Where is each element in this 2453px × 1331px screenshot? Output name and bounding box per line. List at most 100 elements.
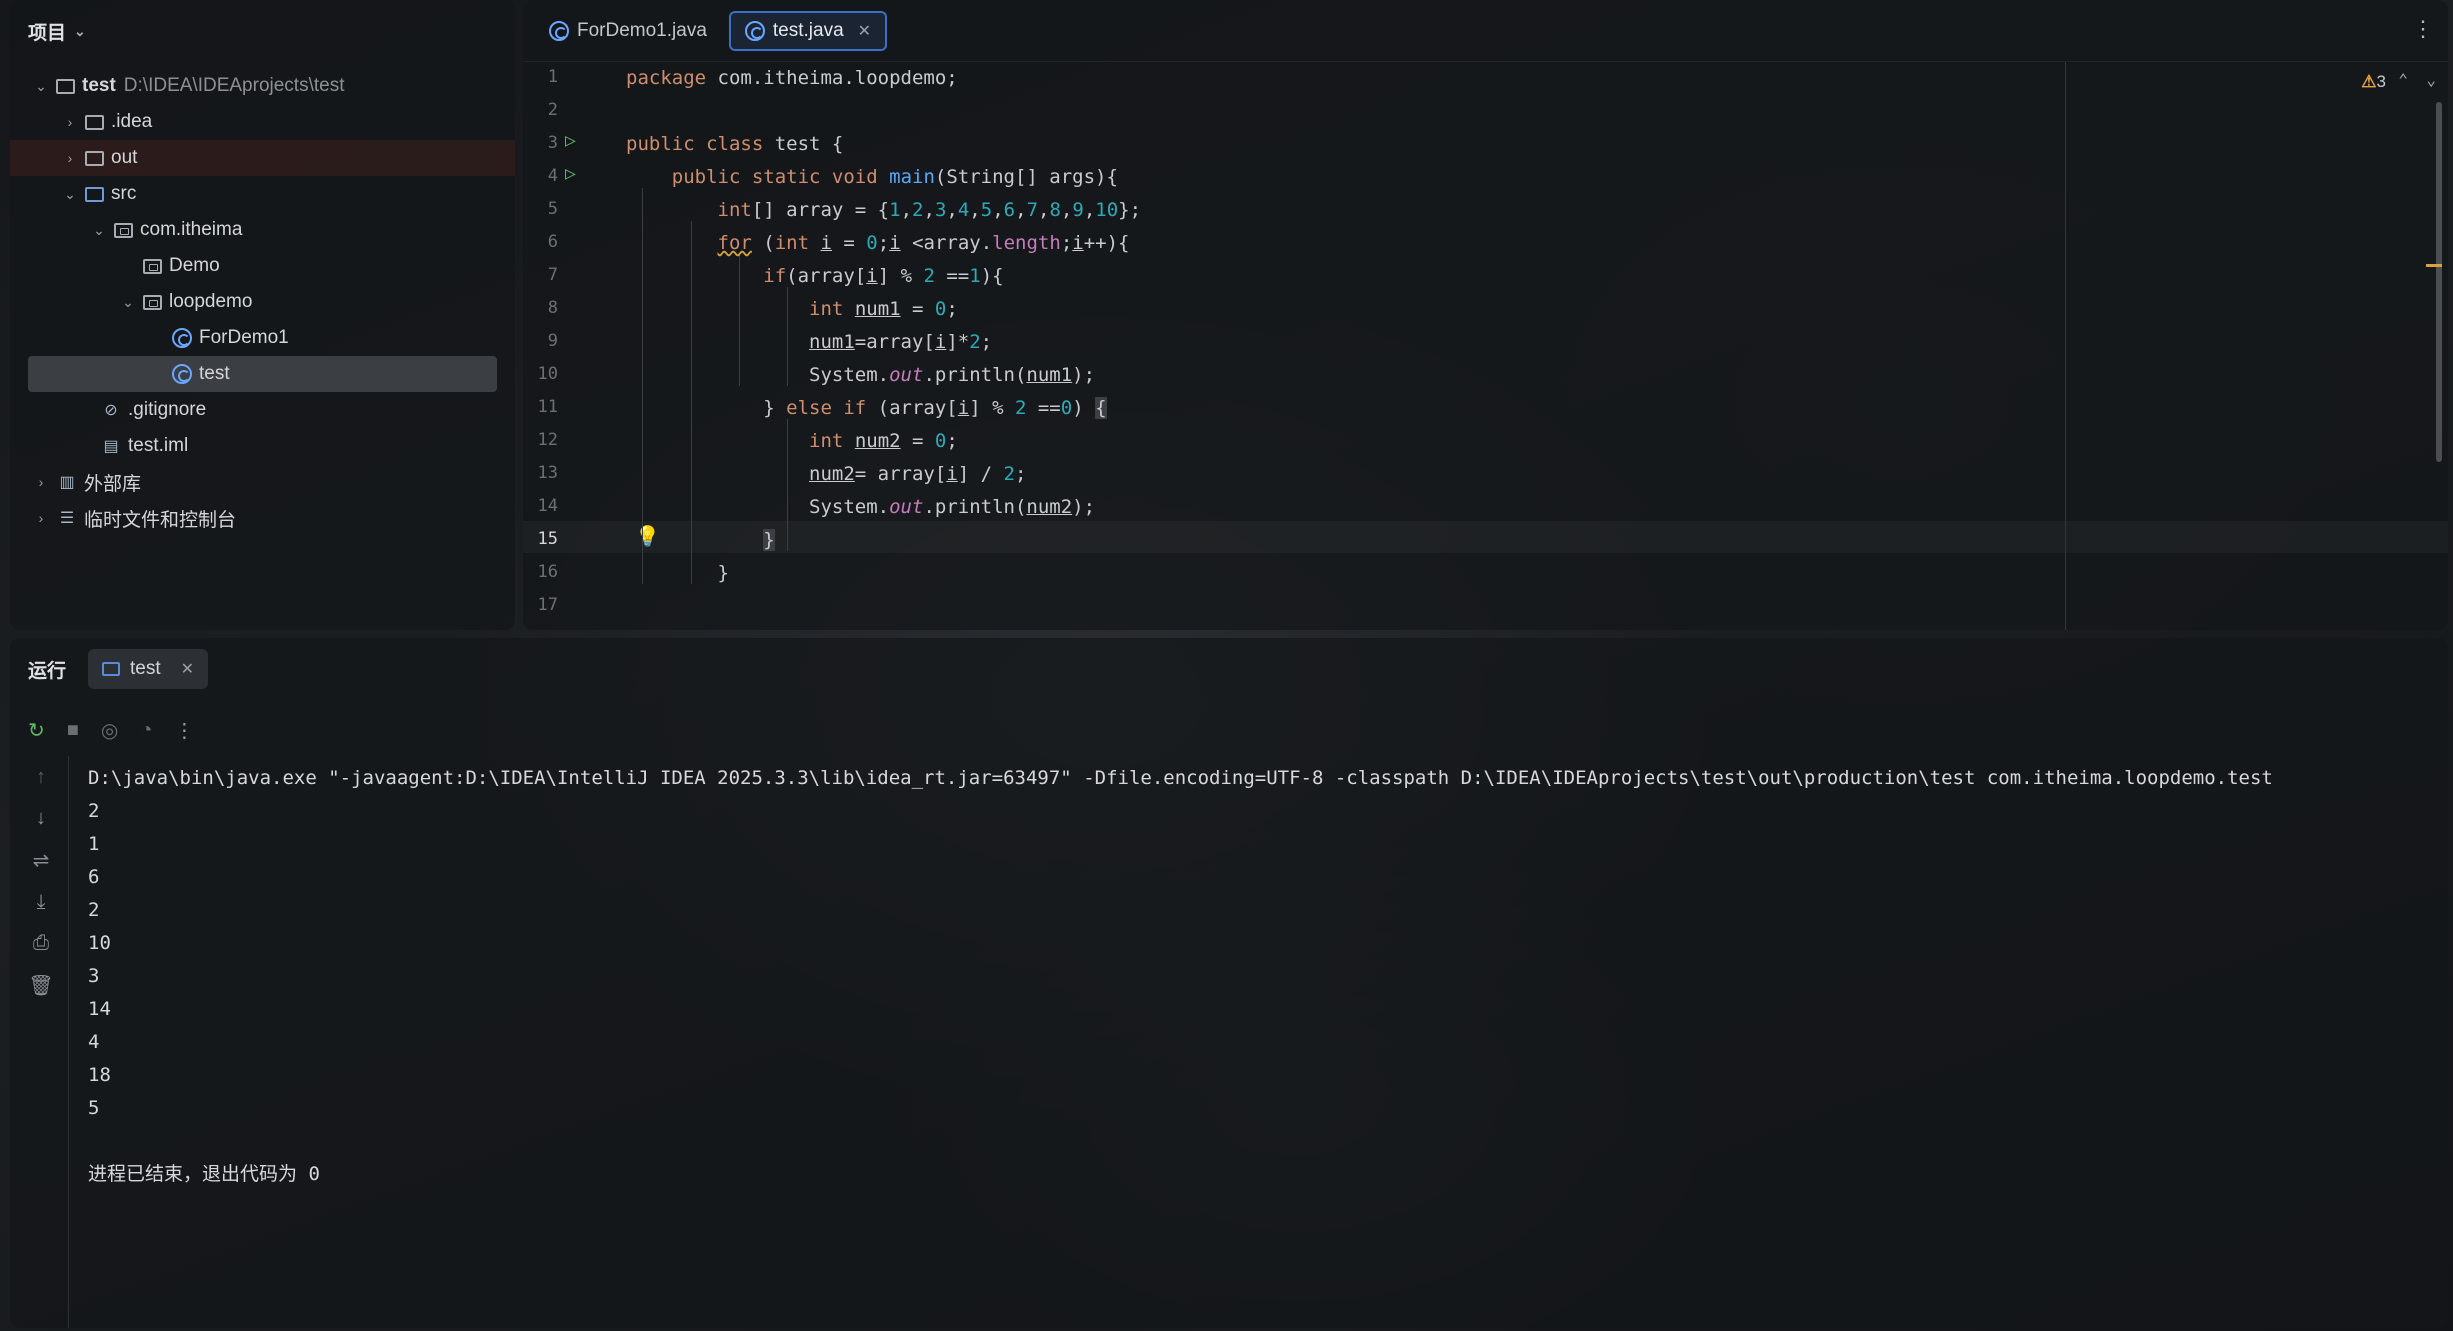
tree-item-src[interactable]: ⌄ src [10, 176, 515, 212]
arrow-down-icon[interactable]: ↓ [36, 807, 46, 830]
run-class-icon[interactable]: ▷ [565, 130, 576, 151]
java-class-icon [549, 20, 569, 41]
console-line: 2 [88, 800, 100, 822]
java-class-icon [172, 364, 192, 384]
code-line-10: System.out.println(num1); [626, 364, 1096, 386]
tree-item-idea[interactable]: › .idea [10, 104, 515, 140]
tree-item-out[interactable]: › out [10, 140, 515, 176]
close-icon[interactable]: ✕ [858, 21, 871, 41]
trash-icon[interactable]: 🗑 [28, 973, 53, 998]
console-line: 3 [88, 965, 100, 987]
chevron-down-icon[interactable]: ⌄ [63, 186, 77, 203]
folder-icon [85, 150, 104, 166]
code-line-1: package com.itheima.loopdemo; [626, 67, 958, 89]
more-options-icon[interactable]: ⋮ [174, 718, 194, 743]
tree-item-external-libs[interactable]: › ▥ 外部库 [10, 464, 515, 500]
tree-item-label: ForDemo1 [199, 327, 289, 348]
run-main-icon[interactable]: ▷ [565, 163, 576, 184]
scroll-to-end-icon[interactable]: ⤓ [37, 891, 46, 914]
code-line-9: num1=array[i]*2; [809, 331, 993, 353]
project-header-label: 项目 [28, 22, 67, 44]
tree-item-fordemo1[interactable]: ForDemo1 [10, 320, 515, 356]
arrow-up-icon[interactable]: ↑ [36, 766, 46, 789]
line-number: 12 [537, 430, 558, 450]
line-number: 5 [547, 199, 558, 219]
tree-item-loopdemo[interactable]: ⌄ loopdemo [10, 284, 515, 320]
tab-label: test.java [772, 19, 844, 41]
divider [68, 756, 69, 1328]
print-icon[interactable]: ⎙ [33, 932, 49, 955]
tree-item-label: test [82, 75, 116, 96]
scratches-icon: ☰ [59, 510, 75, 527]
tree-item-com-itheima[interactable]: ⌄ com.itheima [10, 212, 515, 248]
line-number: 8 [547, 298, 558, 318]
chevron-down-icon[interactable]: ⌄ [2426, 70, 2436, 89]
line-number: 11 [537, 397, 558, 417]
more-options-icon[interactable]: ⋮ [2412, 16, 2434, 42]
code-line-6: for (int i = 0;i <array.length;i++){ [717, 232, 1130, 254]
rerun-icon[interactable]: ↻ [28, 718, 45, 743]
chevron-down-icon[interactable]: ⌄ [121, 294, 135, 311]
warning-stripe[interactable] [2426, 264, 2442, 267]
tab-fordemo1[interactable]: ForDemo1.java [535, 11, 721, 51]
tree-item-test-root[interactable]: ⌄ test D:\IDEA\IDEAprojects\test [10, 68, 515, 104]
library-icon: ▥ [59, 474, 75, 491]
folder-icon [85, 114, 104, 130]
tree-item-gitignore[interactable]: ⊘ .gitignore [10, 392, 515, 428]
tree-item-label: test [199, 363, 230, 384]
tree-item-label: com.itheima [140, 219, 243, 240]
console-line: 18 [88, 1064, 111, 1086]
code-editor[interactable]: 1 2 3 4 5 6 7 8 9 10 11 12 13 14 15 16 1… [523, 62, 2448, 630]
chevron-right-icon[interactable]: › [34, 474, 48, 490]
tree-item-label: loopdemo [169, 291, 253, 312]
close-icon[interactable]: ✕ [181, 659, 194, 679]
line-number: 10 [537, 364, 558, 384]
tree-item-label: 临时文件和控制台 [84, 509, 237, 531]
tree-item-label: .gitignore [128, 399, 207, 420]
soft-wrap-icon[interactable]: ⇌ [33, 848, 50, 873]
code-line-14: System.out.println(num2); [626, 496, 1096, 518]
chevron-up-icon[interactable]: ⌃ [2398, 70, 2408, 89]
tree-item-demo[interactable]: Demo [10, 248, 515, 284]
console-line: 4 [88, 1031, 100, 1053]
warnings-count: 3 [2376, 72, 2386, 91]
tree-item-label: src [111, 183, 137, 204]
editor-scrollbar[interactable] [2436, 102, 2442, 462]
chevron-down-icon[interactable]: ⌄ [92, 222, 106, 239]
run-config-icon [102, 662, 121, 676]
line-number: 17 [537, 595, 558, 615]
code-line-12: int num2 = 0; [809, 430, 958, 452]
code-line-3: public class test { [626, 133, 844, 155]
chevron-down-icon[interactable]: ⌄ [34, 78, 48, 95]
profiler-icon[interactable]: ◔ [140, 719, 152, 742]
tab-test-java[interactable]: test.java ✕ [728, 10, 888, 51]
tree-item-scratches[interactable]: › ☰ 临时文件和控制台 [10, 500, 515, 536]
console-output[interactable]: D:\java\bin\java.exe "-javaagent:D:\IDEA… [88, 762, 2273, 1191]
camera-icon[interactable]: ◎ [101, 718, 118, 743]
project-header[interactable]: 项目 ⌄ [10, 0, 515, 62]
run-panel: 运行 test ✕ ↻ ■ ◎ ◔ ⋮ ↑ ↓ ⇌ ⤓ ⎙ 🗑 D:\java\… [10, 638, 2448, 1328]
project-panel: 项目 ⌄ ⌄ test D:\IDEA\IDEAprojects\test › … [10, 0, 515, 630]
line-number: 7 [547, 265, 558, 285]
stop-icon[interactable]: ■ [67, 719, 79, 742]
chevron-right-icon[interactable]: › [34, 510, 48, 526]
current-line-highlight [523, 521, 2448, 553]
tree-item-label: test.iml [128, 435, 189, 456]
tree-item-test-iml[interactable]: ▤ test.iml [10, 428, 515, 464]
inspection-warnings[interactable]: ⚠3 [2361, 72, 2386, 92]
console-line: 2 [88, 899, 100, 921]
run-tab-test[interactable]: test ✕ [88, 649, 209, 689]
tree-item-test-selected[interactable]: test [28, 356, 497, 392]
editor-tabs: ForDemo1.java test.java ✕ [523, 0, 2448, 62]
code-line-7: if(array[i] % 2 ==1){ [763, 265, 1004, 287]
warning-icon: ⚠ [2361, 72, 2377, 91]
chevron-right-icon[interactable]: › [63, 150, 77, 166]
chevron-right-icon[interactable]: › [63, 114, 77, 130]
right-margin-guide [2065, 62, 2066, 630]
iml-file-icon: ▤ [103, 438, 119, 455]
console-line: 6 [88, 866, 100, 888]
line-number: 3 [547, 133, 558, 153]
gitignore-icon: ⊘ [104, 402, 118, 419]
gutter: 1 2 3 4 5 6 7 8 9 10 11 12 13 14 15 16 1… [523, 62, 660, 630]
run-toolbar: ↻ ■ ◎ ◔ ⋮ [28, 718, 194, 743]
